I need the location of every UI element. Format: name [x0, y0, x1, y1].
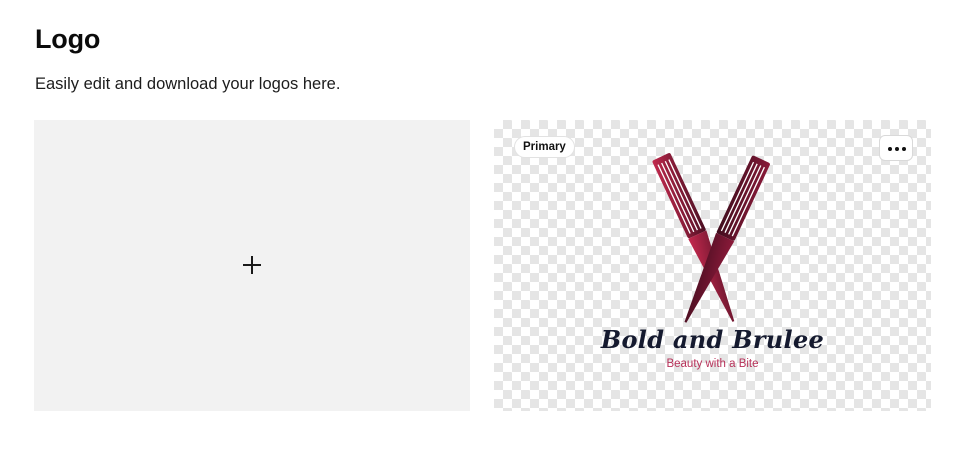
logo-brand-name: Bold and Brulee: [600, 325, 825, 354]
primary-badge: Primary: [514, 136, 575, 158]
page-subtitle: Easily edit and download your logos here…: [35, 75, 341, 93]
more-horizontal-icon: [888, 147, 906, 151]
logo-tagline: Beauty with a Bite: [666, 358, 759, 370]
logo-page: Logo Easily edit and download your logos…: [0, 0, 959, 458]
page-title: Logo: [35, 24, 101, 54]
plus-icon[interactable]: [243, 256, 261, 274]
logo-options-button[interactable]: [879, 135, 913, 161]
